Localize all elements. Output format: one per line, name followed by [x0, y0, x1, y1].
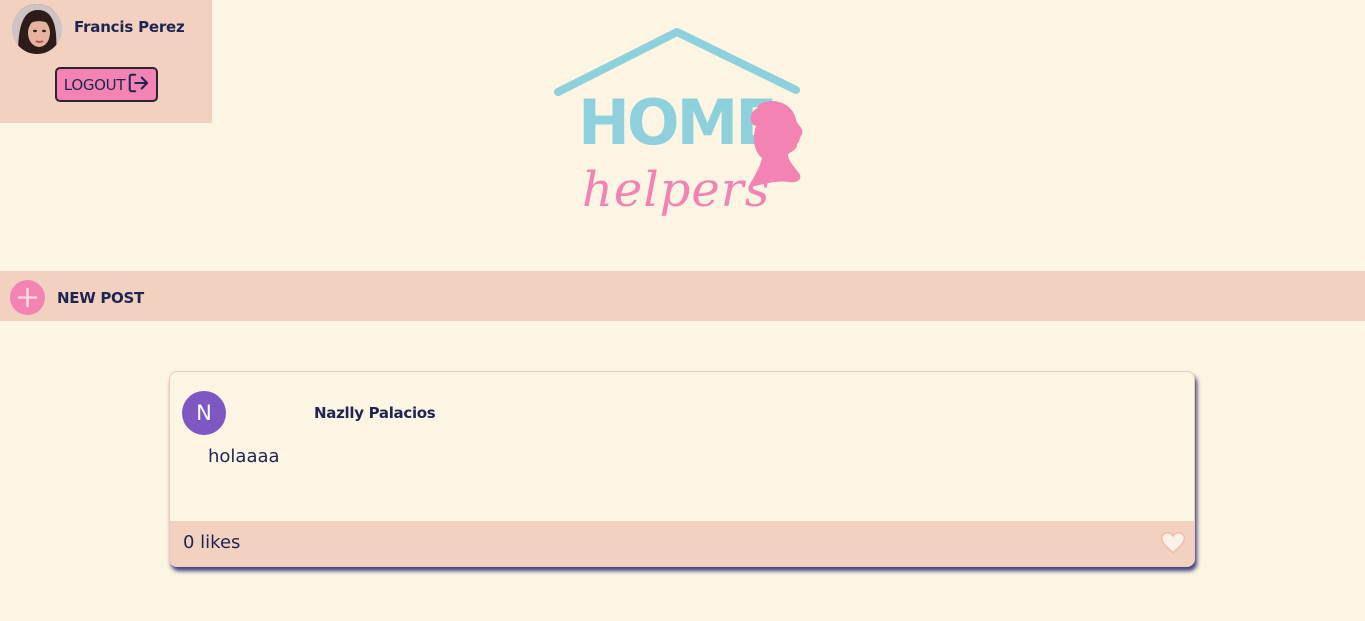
- heart-icon: [1160, 532, 1186, 554]
- post-author-avatar: N: [182, 391, 226, 435]
- woman-silhouette-icon: [748, 100, 803, 188]
- logout-label: LOGOUT: [63, 75, 126, 94]
- user-avatar: [12, 4, 62, 54]
- post-footer: 0 likes: [170, 521, 1194, 566]
- user-name: Francis Perez: [74, 18, 185, 36]
- post-author-name: Nazlly Palacios: [314, 404, 436, 422]
- logo-word-helpers: helpers: [582, 162, 770, 218]
- user-panel: Francis Perez LOGOUT: [0, 0, 212, 123]
- logout-icon: [127, 72, 149, 98]
- home-helpers-logo: HOME helpers: [552, 26, 812, 230]
- logout-button[interactable]: LOGOUT: [55, 67, 158, 102]
- plus-icon: [17, 287, 38, 308]
- likes-count: 0 likes: [183, 532, 241, 553]
- like-button[interactable]: [1160, 530, 1186, 556]
- post-card: N Nazlly Palacios holaaaa 0 likes: [169, 371, 1195, 567]
- post-body-text: holaaaa: [208, 446, 280, 467]
- logo-word-home: HOME: [578, 86, 775, 159]
- new-post-label[interactable]: NEW POST: [57, 289, 144, 307]
- add-post-button[interactable]: [10, 280, 45, 315]
- new-post-bar: NEW POST: [0, 271, 1365, 321]
